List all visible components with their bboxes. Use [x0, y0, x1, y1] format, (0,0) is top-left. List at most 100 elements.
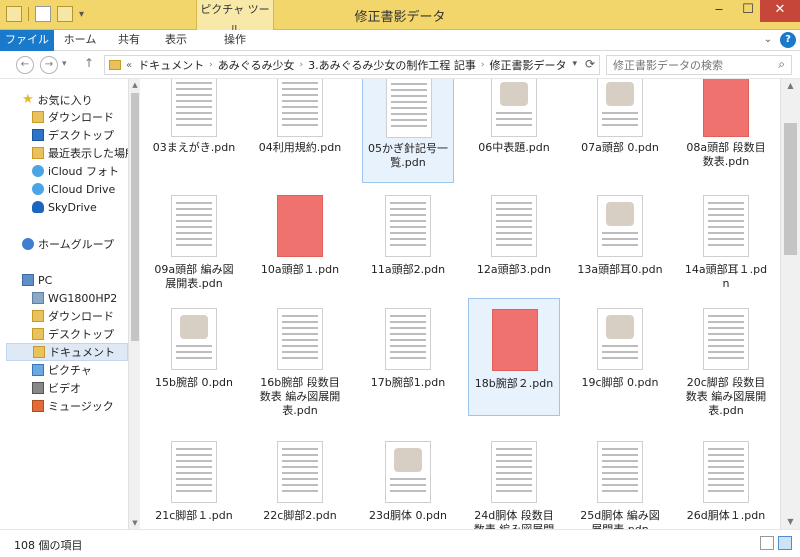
breadcrumb-overflow[interactable]: «	[126, 60, 132, 71]
file-item[interactable]: 25d胴体 編み図展開表.pdn	[574, 431, 666, 529]
large-icons-view-icon[interactable]	[778, 536, 792, 550]
file-thumbnail	[386, 79, 432, 138]
file-list: 03まえがき.pdn 04利用規約.pdn 05かぎ針記号一覧.pdn 06中表題.p…	[140, 79, 780, 529]
new-folder-icon[interactable]	[57, 6, 73, 22]
file-item[interactable]: 19c脚部 0.pdn	[574, 298, 666, 416]
file-item[interactable]: 17b腕部1.pdn	[362, 298, 454, 416]
details-view-icon[interactable]	[760, 536, 774, 550]
breadcrumb-separator-icon[interactable]: ›	[209, 60, 213, 70]
nav-item-pc[interactable]: PC	[22, 271, 52, 289]
tab-file[interactable]: ファイル	[0, 30, 54, 51]
file-item[interactable]: 24d胴体 段数目数表 編み図展開表.pdn	[468, 431, 560, 529]
help-icon[interactable]: ?	[780, 32, 796, 48]
file-name: 16b腕部 段数目数表 編み図展開表.pdn	[259, 376, 341, 417]
nav-item-videos[interactable]: ビデオ	[32, 379, 81, 397]
breadcrumb-separator-icon[interactable]: ›	[300, 60, 304, 70]
search-icon[interactable]: ⌕	[778, 57, 785, 72]
scroll-down-icon[interactable]: ▼	[781, 515, 800, 529]
file-item[interactable]: 05かぎ針記号一覧.pdn	[362, 79, 454, 183]
file-thumbnail	[171, 79, 217, 137]
maximize-button[interactable]: ☐	[733, 0, 763, 22]
up-button[interactable]: ↑	[84, 56, 94, 70]
file-item[interactable]: 18b腕部２.pdn	[468, 298, 560, 416]
nav-item-documents[interactable]: ドキュメント	[6, 343, 128, 361]
nav-item-icloud-drive[interactable]: iCloud Drive	[32, 180, 115, 198]
nav-favorites[interactable]: ★ お気に入り	[22, 91, 93, 109]
file-item[interactable]: 14a頭部耳１.pdn	[680, 185, 772, 293]
file-item[interactable]: 23d胴体 0.pdn	[362, 431, 454, 529]
expand-ribbon-icon[interactable]: ⌄	[760, 32, 776, 48]
breadcrumb-item[interactable]: ドキュメント	[138, 57, 204, 73]
nav-item-pc-desktop[interactable]: デスクトップ	[32, 325, 114, 343]
scroll-up-icon[interactable]: ▲	[781, 79, 800, 93]
properties-icon[interactable]	[35, 6, 51, 22]
nav-item-wg1800hp2[interactable]: WG1800HP2	[32, 289, 117, 307]
breadcrumb-item[interactable]: 修正書影データ	[490, 57, 567, 73]
nav-label: ダウンロード	[48, 310, 114, 323]
ribbon-tabs: ファイル ホーム 共有 表示 操作 ⌄ ?	[0, 30, 800, 51]
file-thumbnail	[597, 441, 643, 503]
item-count: 108 個の項目	[14, 539, 83, 552]
scroll-thumb[interactable]	[131, 93, 139, 341]
nav-item-skydrive[interactable]: SkyDrive	[32, 198, 97, 216]
refresh-icon[interactable]: ⟳	[585, 57, 595, 71]
skydrive-icon	[32, 201, 44, 213]
nav-item-downloads[interactable]: ダウンロード	[32, 108, 114, 126]
file-item[interactable]: 11a頭部2.pdn	[362, 185, 454, 293]
tab-view[interactable]: 表示	[155, 30, 197, 51]
file-item[interactable]: 26d胴体１.pdn	[680, 431, 772, 529]
scroll-thumb[interactable]	[784, 123, 797, 255]
nav-item-music[interactable]: ミュージック	[32, 397, 114, 415]
file-name: 18b腕部２.pdn	[474, 377, 554, 390]
file-name: 24d胴体 段数目数表 編み図展開表.pdn	[474, 509, 555, 529]
file-name: 12a頭部3.pdn	[476, 263, 552, 276]
folder-icon[interactable]	[6, 6, 22, 22]
search-input[interactable]	[607, 56, 767, 74]
customize-toolbar-icon[interactable]: ▾	[79, 9, 84, 20]
minimize-button[interactable]: ‒	[704, 0, 734, 22]
file-name: 13a頭部耳0.pdn	[577, 263, 663, 276]
file-item[interactable]: 10a頭部１.pdn	[254, 185, 346, 293]
nav-label: ビデオ	[48, 382, 81, 395]
recent-locations-icon[interactable]: ▾	[62, 59, 67, 69]
close-button[interactable]: ✕	[760, 0, 800, 22]
address-dropdown-icon[interactable]: ▾	[572, 59, 577, 69]
file-item[interactable]: 03まえがき.pdn	[148, 79, 240, 183]
nav-label: お気に入り	[37, 94, 93, 107]
file-thumbnail	[703, 195, 749, 257]
file-item[interactable]: 09a頭部 編み図展開表.pdn	[148, 185, 240, 293]
address-row: ← → ▾ ↑ « ドキュメント › あみぐるみ少女 › 3.あみぐるみ少女の制…	[0, 51, 800, 79]
breadcrumb-item[interactable]: 3.あみぐるみ少女の制作工程 記事	[308, 57, 476, 73]
nav-label: ピクチャ	[48, 364, 92, 377]
nav-item-desktop[interactable]: デスクトップ	[32, 126, 114, 144]
file-item[interactable]: 07a頭部 0.pdn	[574, 79, 666, 183]
nav-item-pc-downloads[interactable]: ダウンロード	[32, 307, 114, 325]
file-item[interactable]: 04利用規約.pdn	[254, 79, 346, 183]
file-name: 19c脚部 0.pdn	[581, 376, 659, 389]
tab-share[interactable]: 共有	[108, 30, 150, 51]
breadcrumb-separator-icon[interactable]: ›	[481, 60, 485, 70]
breadcrumb-item[interactable]: あみぐるみ少女	[218, 57, 295, 73]
back-button[interactable]: ←	[16, 56, 34, 74]
nav-item-icloud-photos[interactable]: iCloud フォト	[32, 162, 119, 180]
file-name: 06中表題.pdn	[478, 141, 550, 154]
file-item[interactable]: 08a頭部 段数目数表.pdn	[680, 79, 772, 183]
file-item[interactable]: 20c脚部 段数目数表 編み図展開表.pdn	[680, 298, 772, 417]
file-item[interactable]: 13a頭部耳0.pdn	[574, 185, 666, 293]
nav-item-recent-places[interactable]: 最近表示した場所	[32, 144, 136, 162]
file-item[interactable]: 15b腕部 0.pdn	[148, 298, 240, 416]
tab-manage[interactable]: 操作	[200, 30, 270, 51]
nav-scrollbar[interactable]: ▲ ▼	[128, 79, 140, 529]
file-item[interactable]: 16b腕部 段数目数表 編み図展開表.pdn	[254, 298, 346, 417]
file-item[interactable]: 22c脚部2.pdn	[254, 431, 346, 529]
nav-item-homegroup[interactable]: ホームグループ	[22, 235, 114, 253]
file-list-scrollbar[interactable]: ▲ ▼	[780, 79, 800, 529]
nav-item-pictures[interactable]: ピクチャ	[32, 361, 92, 379]
file-item[interactable]: 21c脚部１.pdn	[148, 431, 240, 529]
search-box[interactable]: ⌕	[606, 55, 792, 75]
file-item[interactable]: 06中表題.pdn	[468, 79, 560, 183]
tab-home[interactable]: ホーム	[58, 30, 102, 51]
address-bar[interactable]: « ドキュメント › あみぐるみ少女 › 3.あみぐるみ少女の制作工程 記事 ›…	[104, 55, 600, 75]
file-item[interactable]: 12a頭部3.pdn	[468, 185, 560, 293]
forward-button[interactable]: →	[40, 56, 58, 74]
